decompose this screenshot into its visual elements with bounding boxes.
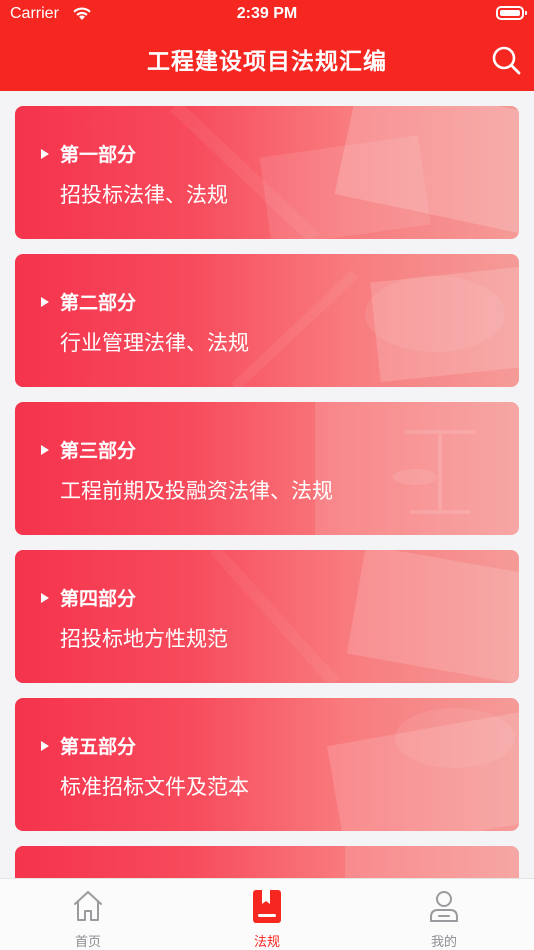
- section-tag: 第三部分: [41, 436, 136, 463]
- section-title: 招投标法律、法规: [60, 183, 228, 207]
- section-list: 第一部分 招投标法律、法规 第二部分 行业管理法律、法规 第三部分 工程前期及投…: [15, 106, 519, 950]
- clock: 2:39 PM: [236, 5, 298, 22]
- section-tag: 第一部分: [41, 140, 136, 167]
- header-bar: Carrier 2:39 PM 工程建设项目法规汇编: [0, 0, 534, 91]
- section-tag: 第四部分: [41, 584, 136, 611]
- section-card-5[interactable]: 第五部分 标准招标文件及范本: [15, 698, 519, 831]
- section-card-1[interactable]: 第一部分 招投标法律、法规: [15, 106, 519, 239]
- section-title: 工程前期及投融资法律、法规: [60, 479, 333, 503]
- battery-icon: [496, 6, 527, 20]
- section-title: 招投标地方性规范: [60, 627, 228, 651]
- user-icon: [430, 891, 458, 922]
- section-tag: 第二部分: [41, 288, 136, 315]
- play-arrow-icon: [41, 445, 49, 455]
- section-title: 行业管理法律、法规: [60, 331, 249, 355]
- card-background-image: [231, 264, 519, 387]
- section-card-4[interactable]: 第四部分 招投标地方性规范: [15, 550, 519, 683]
- section-title: 标准招标文件及范本: [60, 775, 249, 799]
- tab-bar: 首页 法规 我的: [0, 878, 534, 950]
- app-screen: Carrier 2:39 PM 工程建设项目法规汇编 第一部分 招投标法律、法规…: [0, 0, 534, 950]
- search-button[interactable]: [490, 44, 522, 76]
- play-arrow-icon: [41, 741, 49, 751]
- play-arrow-icon: [41, 149, 49, 159]
- tab-laws[interactable]: 法规: [217, 879, 317, 950]
- page-title: 工程建设项目法规汇编: [147, 49, 387, 75]
- section-card-3[interactable]: 第三部分 工程前期及投融资法律、法规: [15, 402, 519, 535]
- tab-label: 我的: [430, 935, 457, 950]
- search-icon: [492, 46, 521, 75]
- tab-label: 首页: [74, 935, 101, 950]
- section-tag: 第五部分: [41, 732, 136, 759]
- home-icon: [74, 891, 102, 921]
- card-background-image: [315, 402, 519, 535]
- book-icon: [253, 890, 281, 923]
- card-background-image: [326, 708, 519, 831]
- tab-home[interactable]: 首页: [38, 879, 138, 950]
- status-bar: Carrier 2:39 PM: [0, 0, 534, 30]
- card-background-image: [170, 106, 519, 239]
- tab-mine[interactable]: 我的: [394, 879, 494, 950]
- play-arrow-icon: [41, 593, 49, 603]
- tab-label: 法规: [253, 935, 280, 950]
- card-background-image: [210, 550, 519, 683]
- play-arrow-icon: [41, 297, 49, 307]
- section-card-2[interactable]: 第二部分 行业管理法律、法规: [15, 254, 519, 387]
